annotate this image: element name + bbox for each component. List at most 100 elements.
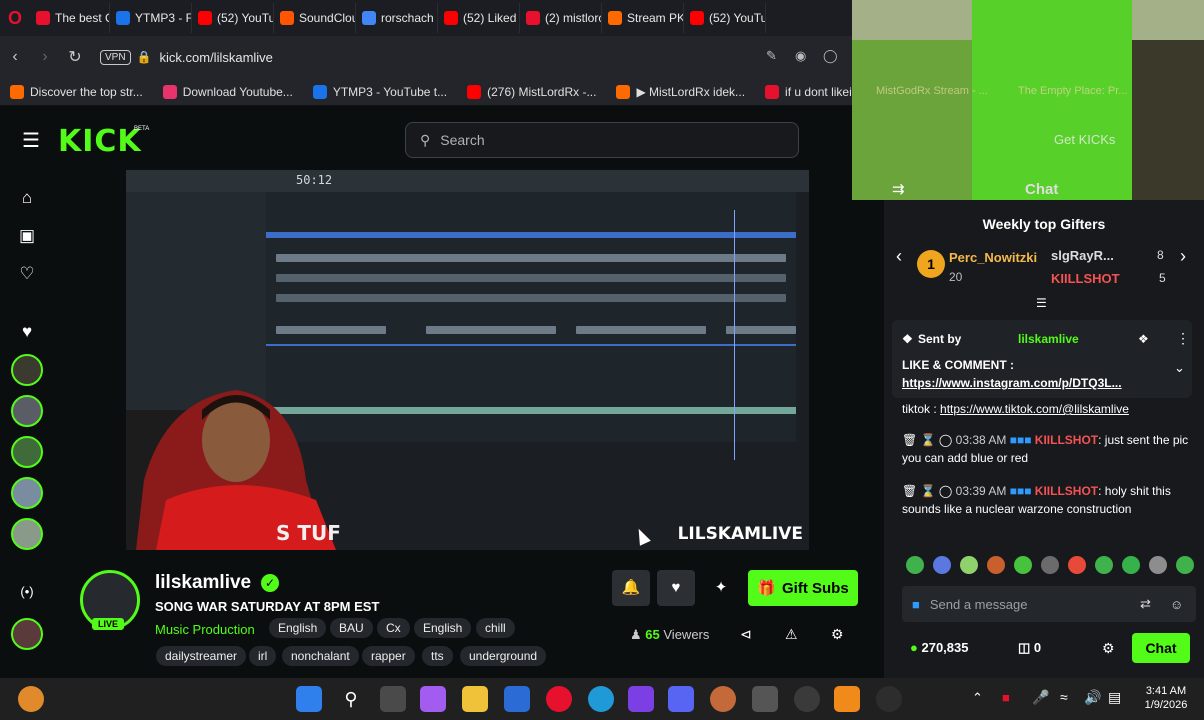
emote[interactable] [1122,556,1140,574]
file-explorer-icon[interactable] [462,686,488,712]
camera-icon[interactable] [752,686,778,712]
emoji-icon[interactable]: ☺ [1170,597,1183,612]
timeout-icon[interactable]: ⌛ [921,433,936,447]
unpin-icon[interactable]: ❖ [1138,332,1149,346]
following-icon[interactable]: ♡ [16,264,38,286]
followed-channel-avatar[interactable] [11,477,43,509]
tag[interactable]: English [414,618,472,638]
emote[interactable] [1149,556,1167,574]
volume-icon[interactable]: 🔊 [1084,689,1101,706]
settings-icon[interactable]: ⚙ [1102,640,1115,657]
commands-icon[interactable]: ⇄ [1140,596,1151,612]
home-icon[interactable]: ⌂ [16,188,38,210]
emote[interactable] [906,556,924,574]
search-icon[interactable]: ⚲ [338,686,364,712]
follow-button[interactable]: ♥ [657,570,695,606]
reload-icon[interactable]: ↻ [60,47,90,67]
video-player[interactable]: 50:12 S TUF LILSKAMLIVE [126,170,809,550]
camera-icon[interactable]: ◉ [795,48,806,64]
bookmark-item[interactable]: YTMP3 - YouTube t... [303,84,457,99]
delete-icon[interactable]: 🗑 [902,484,917,498]
share-icon[interactable]: ⊲ [740,626,752,643]
bookmark-item[interactable]: ▶ MistLordRx idek... [606,84,755,99]
followed-channel-avatar[interactable] [11,436,43,468]
pinned-user[interactable]: lilskamlive [1018,332,1079,346]
tag[interactable]: chill [476,618,515,638]
microphone-icon[interactable]: 🎤 [1032,689,1049,706]
emote[interactable] [1041,556,1059,574]
edge-icon[interactable] [588,686,614,712]
battery-icon[interactable]: ▤ [1108,689,1121,706]
send-chat-button[interactable]: Chat [1132,633,1190,663]
system-clock[interactable]: 3:41 AM 1/9/2026 [1138,684,1194,712]
more-options-icon[interactable]: ⋮ [1176,330,1190,347]
expand-icon[interactable]: ☰ [1036,296,1047,310]
gifter-name[interactable]: slgRayR... [1051,248,1114,263]
heart-icon[interactable]: ♥ [16,322,38,344]
pinned-link[interactable]: https://www.instagram.com/p/DTQ3L... [902,376,1122,390]
notifications-button[interactable]: 🔔 [612,570,650,606]
weather-icon[interactable] [18,686,44,712]
tag[interactable]: irl [249,646,277,666]
url-field[interactable]: kick.com/lilskamlive [160,50,273,65]
forward-icon[interactable]: › [30,48,60,66]
tray-chevron-icon[interactable]: ⌃ [972,690,983,706]
opera-logo[interactable]: O [0,0,30,36]
collapse-chat-icon[interactable]: ⇉ [892,180,905,198]
outlook-icon[interactable] [504,686,530,712]
gift-subs-button[interactable]: 🎁 Gift Subs [748,570,858,606]
browser-tab[interactable]: The best C [30,3,110,33]
emote[interactable] [960,556,978,574]
recommended-channel-avatar[interactable] [11,618,43,650]
search-input[interactable]: ⚲ Search [405,122,799,158]
browser-tab[interactable]: (52) YouTu [192,3,274,33]
followed-channel-avatar[interactable] [11,395,43,427]
get-kicks-button[interactable]: Get KICKs [1054,132,1115,147]
emote[interactable] [1095,556,1113,574]
wifi-icon[interactable]: ≈ [1060,689,1068,705]
vpn-badge[interactable]: VPN [100,49,131,65]
channel-points[interactable]: ● 270,835 [910,640,968,655]
bookmark-item[interactable]: Download Youtube... [153,84,303,99]
browser-tab[interactable]: (52) Liked [438,3,520,33]
tag[interactable]: BAU [330,618,373,638]
browser-tab[interactable]: (2) mistlorc [520,3,602,33]
app-icon[interactable] [710,686,736,712]
tag[interactable]: English [269,618,327,638]
emote[interactable] [1068,556,1086,574]
followed-channel-avatar[interactable] [11,518,43,550]
browser-tab[interactable]: Stream PK [602,3,684,33]
gifter-name[interactable]: Perc_Nowitzki [949,250,1037,265]
menu-icon[interactable]: ☰ [22,128,40,153]
message-link[interactable]: https://www.tiktok.com/@lilskamlive [940,402,1129,416]
task-view-icon[interactable] [380,686,406,712]
shield-icon[interactable]: ◯ [823,48,838,64]
emote[interactable] [987,556,1005,574]
copilot-icon[interactable] [420,686,446,712]
back-icon[interactable]: ‹ [0,48,30,66]
live-radio-icon[interactable]: (•) [16,584,38,606]
emote[interactable] [1014,556,1032,574]
tag[interactable]: dailystreamer [156,646,247,666]
bookmark-item[interactable]: Discover the top str... [0,84,153,99]
message-user[interactable]: KIILLSHOT [1035,484,1098,498]
tag[interactable]: underground [460,646,547,666]
drops-count[interactable]: ◫ 0 [1018,640,1041,656]
chevron-left-icon[interactable]: ‹ [896,246,902,267]
browser-tab[interactable]: rorschach [356,3,438,33]
tag[interactable]: rapper [362,646,415,666]
emote[interactable] [933,556,951,574]
browser-tab[interactable]: SoundClou [274,3,356,33]
discord-icon[interactable] [668,686,694,712]
media-player-icon[interactable] [876,686,902,712]
browser-tab[interactable]: (52) YouTu [684,3,766,33]
tag[interactable]: tts [422,646,453,666]
chat-message-input[interactable]: ■ Send a message ⇄ ☺ [902,586,1196,622]
tag[interactable]: nonchalant [282,646,359,666]
opera-icon[interactable] [546,686,572,712]
tray-app-icon[interactable]: ■ [1002,690,1010,705]
delete-icon[interactable]: 🗑 [902,433,917,447]
ban-icon[interactable]: ◯ [939,484,952,498]
clipchamp-icon[interactable] [628,686,654,712]
browse-icon[interactable]: ▣ [16,226,38,248]
